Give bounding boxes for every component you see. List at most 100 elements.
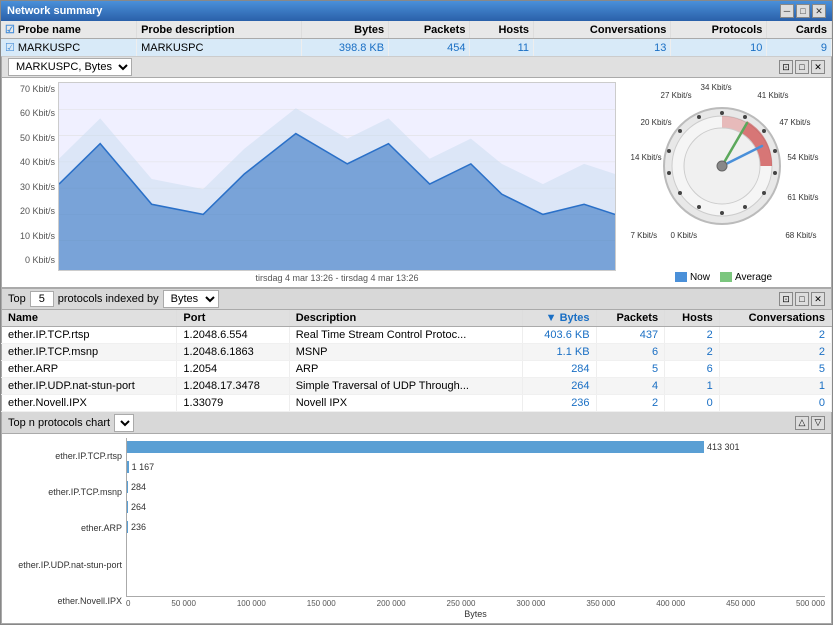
bar-value: 413 301 xyxy=(707,442,740,452)
bar-chart-area: ether.IP.TCP.rtspether.IP.TCP.msnpether.… xyxy=(1,434,832,624)
bar-fill xyxy=(127,481,128,493)
chart-maximize-button[interactable]: □ xyxy=(795,60,809,74)
chart-section-controls: ⊡ □ ✕ xyxy=(779,60,825,74)
bar-fill xyxy=(127,461,129,473)
proto-name: ether.IP.UDP.nat-stun-port xyxy=(2,378,177,395)
proto-col-port[interactable]: Port xyxy=(177,310,289,327)
bar-row: 236 xyxy=(127,518,825,536)
gauge-section: 14 Kbit/s 20 Kbit/s 27 Kbit/s 34 Kbit/s … xyxy=(616,78,831,287)
proto-col-bytes[interactable]: ▼ Bytes xyxy=(523,310,596,327)
proto-col-hosts[interactable]: Hosts xyxy=(665,310,720,327)
x-label: 500 000 xyxy=(796,599,825,608)
protocol-row[interactable]: ether.ARP 1.2054 ARP 284 5 6 5 xyxy=(2,361,832,378)
protocol-row[interactable]: ether.IP.TCP.msnp 1.2048.6.1863 MSNP 1.1… xyxy=(2,344,832,361)
proto-col-conversations[interactable]: Conversations xyxy=(719,310,831,327)
proto-desc: Real Time Stream Control Protoc... xyxy=(289,327,523,344)
proto-conversations: 0 xyxy=(719,395,831,412)
y-label-3: 30 Kbit/s xyxy=(6,182,55,192)
x-label: 300 000 xyxy=(516,599,545,608)
chart-close-button[interactable]: ✕ xyxy=(811,60,825,74)
legend: Now Average xyxy=(675,272,772,283)
bar-chart-y-labels: ether.IP.TCP.rtspether.IP.TCP.msnpether.… xyxy=(8,438,126,619)
y-axis-labels: 70 Kbit/s 60 Kbit/s 50 Kbit/s 40 Kbit/s … xyxy=(6,82,58,283)
probe-protocols-cell: 10 xyxy=(671,39,767,57)
legend-average-box xyxy=(720,272,732,282)
bar-fill xyxy=(127,501,128,513)
proto-col-packets[interactable]: Packets xyxy=(596,310,665,327)
protocols-sort-dropdown[interactable]: Bytes xyxy=(163,290,219,308)
line-chart-svg xyxy=(59,83,615,270)
bar-chart-title: Top n protocols chart xyxy=(8,417,110,429)
probe-row[interactable]: ☑MARKUSPC MARKUSPC 398.8 KB 454 11 13 10… xyxy=(1,39,832,57)
proto-port: 1.33079 xyxy=(177,395,289,412)
gauge-label-0: 0 Kbit/s xyxy=(671,231,698,240)
chart-section-header: MARKUSPC, Bytes ⊡ □ ✕ xyxy=(1,56,832,78)
bar-chart-dropdown[interactable]: ▼ xyxy=(114,414,134,432)
protocols-close-button[interactable]: ✕ xyxy=(811,292,825,306)
proto-packets: 4 xyxy=(596,378,665,395)
probe-table: ☑Probe name Probe description Bytes Pack… xyxy=(1,21,832,56)
proto-hosts: 2 xyxy=(665,344,720,361)
protocol-row[interactable]: ether.Novell.IPX 1.33079 Novell IPX 236 … xyxy=(2,395,832,412)
x-label: 50 000 xyxy=(171,599,195,608)
proto-conversations: 5 xyxy=(719,361,831,378)
col-conversations: Conversations xyxy=(534,21,671,39)
protocols-maximize-button[interactable]: □ xyxy=(795,292,809,306)
bar-label: ether.Novell.IPX xyxy=(8,596,122,606)
title-bar: Network summary ─ □ ✕ xyxy=(1,1,832,21)
chart-lock-button[interactable]: ⊡ xyxy=(779,60,793,74)
legend-now-label: Now xyxy=(690,272,710,283)
proto-conversations: 1 xyxy=(719,378,831,395)
legend-average-label: Average xyxy=(735,272,772,283)
bar-chart-collapse-button[interactable]: ▽ xyxy=(811,416,825,430)
protocol-row[interactable]: ether.IP.UDP.nat-stun-port 1.2048.17.347… xyxy=(2,378,832,395)
legend-average: Average xyxy=(720,272,772,283)
col-hosts: Hosts xyxy=(470,21,534,39)
gauge-label-34: 34 Kbit/s xyxy=(701,83,732,92)
probe-checkbox[interactable]: ☑ xyxy=(5,42,15,54)
protocols-lock-button[interactable]: ⊡ xyxy=(779,292,793,306)
gauge-label-61: 61 Kbit/s xyxy=(787,193,818,202)
chart-source-dropdown[interactable]: MARKUSPC, Bytes xyxy=(8,58,132,76)
proto-col-desc[interactable]: Description xyxy=(289,310,523,327)
x-label: 0 xyxy=(126,599,130,608)
bar-row: 264 xyxy=(127,498,825,516)
proto-packets: 6 xyxy=(596,344,665,361)
col-protocols: Protocols xyxy=(671,21,767,39)
bar-fill xyxy=(127,441,704,453)
line-chart-canvas xyxy=(58,82,616,271)
protocols-section-header: Top protocols indexed by Bytes ⊡ □ ✕ xyxy=(1,288,832,310)
protocols-table: Name Port Description ▼ Bytes Packets Ho… xyxy=(1,310,832,412)
top-label: Top xyxy=(8,293,26,305)
bar-chart-inner: ether.IP.TCP.rtspether.IP.TCP.msnpether.… xyxy=(8,438,825,619)
bar-chart-bars: 413 301 1 167 284 264 236 xyxy=(126,438,825,597)
col-probe-name: ☑Probe name xyxy=(1,21,137,39)
title-bar-controls: ─ □ ✕ xyxy=(780,4,826,18)
bar-label: ether.IP.TCP.msnp xyxy=(8,487,122,497)
bar-row: 1 167 xyxy=(127,458,825,476)
close-button[interactable]: ✕ xyxy=(812,4,826,18)
bar-value: 1 167 xyxy=(132,462,155,472)
protocols-header-left: Top protocols indexed by Bytes xyxy=(8,290,219,308)
probe-hosts-cell: 11 xyxy=(470,39,534,57)
proto-name: ether.IP.TCP.msnp xyxy=(2,344,177,361)
proto-bytes: 264 xyxy=(523,378,596,395)
checkbox-icon[interactable]: ☑ xyxy=(5,24,15,36)
top-n-input[interactable] xyxy=(30,291,54,307)
proto-desc: ARP xyxy=(289,361,523,378)
proto-packets: 2 xyxy=(596,395,665,412)
y-label-2: 20 Kbit/s xyxy=(6,206,55,216)
bar-value: 236 xyxy=(131,522,146,532)
proto-packets: 5 xyxy=(596,361,665,378)
col-cards: Cards xyxy=(767,21,832,39)
y-label-0: 0 Kbit/s xyxy=(6,255,55,265)
bar-fill xyxy=(127,521,128,533)
bar-chart-expand-button[interactable]: △ xyxy=(795,416,809,430)
probe-packets-cell: 454 xyxy=(389,39,470,57)
chart-section: 70 Kbit/s 60 Kbit/s 50 Kbit/s 40 Kbit/s … xyxy=(1,78,832,288)
proto-col-name[interactable]: Name xyxy=(2,310,177,327)
proto-conversations: 2 xyxy=(719,344,831,361)
maximize-button[interactable]: □ xyxy=(796,4,810,18)
minimize-button[interactable]: ─ xyxy=(780,4,794,18)
protocol-row[interactable]: ether.IP.TCP.rtsp 1.2048.6.554 Real Time… xyxy=(2,327,832,344)
